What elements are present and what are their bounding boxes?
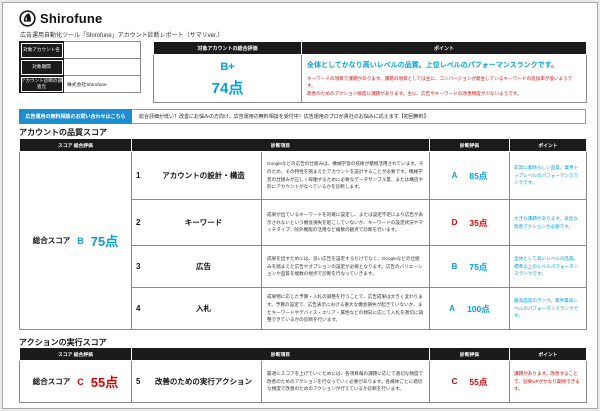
action-summary-grade: C	[77, 377, 84, 387]
item-description: 成果を出すためには、良い広告を設定するだけでなく、Googleなどの仕組みを踏ま…	[267, 255, 424, 278]
item-eval-cell: A 85点	[430, 152, 510, 200]
item-point-cell: 全体として高いレベルの品質。標準以上のレベルパフォーマンスランクです。	[510, 246, 587, 288]
col-header-score: スコア 総合評価	[20, 139, 132, 152]
shirofune-logo-icon	[19, 10, 36, 27]
item-description-cell: 成果物に応じた予算・入札の調整を行うことで、広告成果は大きく変わります。予算の設…	[262, 288, 430, 330]
item-name: 入札	[150, 303, 257, 314]
item-point: 最高品質のランク。業界最高レベルのパフォーマンスランクです。	[514, 297, 582, 320]
action-summary-label: 総合スコア	[33, 376, 71, 387]
item-score: 75点	[469, 261, 487, 273]
item-eval-cell: A 100点	[430, 288, 510, 330]
item-score: 85点	[469, 170, 487, 182]
col-header-grade: 診断評価	[430, 139, 510, 152]
item-description-cell: Googleなどの広告の仕組みは、機械学習の技術が積極活用されています。そのため…	[262, 152, 430, 200]
item-grade: A	[452, 171, 458, 180]
diagnosis-source-label: アカウント診断の調査元	[20, 76, 64, 93]
quality-summary-cell: 総合スコア B 75点	[20, 152, 132, 330]
table-row: 対象期間	[20, 59, 141, 76]
item-description: 成果が出ているキーワードを的確に設定し、または設定不足により広告が表示されないと…	[267, 211, 424, 234]
overall-grade-cell: B+ 74点	[154, 55, 302, 103]
logo-text: Shirofune	[40, 11, 102, 26]
item-name: 改善のための実行アクション	[150, 376, 257, 387]
overall-eval-header: 対象アカウントの総合評価	[154, 42, 302, 55]
period-label: 対象期間	[20, 59, 64, 76]
item-description: 成果物に応じた予算・入札の調整を行うことで、広告成果は大きく変わります。予算の設…	[267, 293, 424, 323]
overall-grade: B+	[154, 59, 301, 77]
col-header-score: スコア 総合評価	[20, 348, 132, 361]
item-description-cell: 最適にスコアを上げていくためには、各項目毎の課題に応じて適切な頻度で改善のための…	[262, 361, 430, 403]
item-point: 非常に素晴らしい品質。業界トップレベルのパフォーマンスランクです。	[514, 164, 582, 187]
item-eval-cell: D 35点	[430, 200, 510, 246]
consultation-banner: 広告運用の無料相談のお問い合わせはこちら 総合評価が低い？改善にお悩みの方向け、…	[19, 109, 586, 124]
quality-score-table: スコア 総合評価 診断項目 診断評価 ポイント 総合スコア B 75点 1 アカ…	[19, 138, 587, 330]
item-grade: A	[449, 304, 455, 313]
period-value	[64, 59, 141, 76]
item-number: 1	[136, 171, 150, 180]
item-description: 最適にスコアを上げていくためには、各項目毎の課題に応じて適切な頻度で改善のための…	[267, 370, 424, 393]
action-summary-score: 55点	[91, 372, 118, 391]
item-cell: 1 アカウントの設計・構造	[132, 152, 262, 200]
table-row: 総合スコア C 55点 5 改善のための実行アクション 最適にスコアを上げていく…	[20, 361, 587, 403]
quality-summary-grade: B	[77, 236, 84, 246]
item-number: 4	[136, 304, 150, 313]
item-point-cell: 課題があります。改善することで、効果UPがかなり期待できます。	[510, 361, 587, 403]
item-score: 100点	[467, 303, 490, 315]
report-page: Shirofune 広告運用自動化ツール「Shirofune」アカウント診断レポ…	[2, 2, 598, 409]
overall-note-1: キーワードの項目で課題があります。課題の項目としては主に、コンバージョンが発生し…	[307, 75, 581, 90]
overall-headline: 全体としてかなり高いレベルの品質。上位レベルのパフォーマンスランクです。	[307, 60, 581, 70]
item-point-cell: 非常に素晴らしい品質。業界トップレベルのパフォーマンスランクです。	[510, 152, 587, 200]
overall-points-cell: 全体としてかなり高いレベルの品質。上位レベルのパフォーマンスランクです。 キーワ…	[302, 55, 587, 103]
item-number: 5	[136, 377, 150, 386]
action-summary-cell: 総合スコア C 55点	[20, 361, 132, 403]
item-grade: B	[452, 262, 458, 271]
item-cell: 5 改善のための実行アクション	[132, 361, 262, 403]
table-row: アカウント診断の調査元 株式会社Shirofune	[20, 76, 141, 93]
col-header-item: 診断項目	[132, 348, 430, 361]
item-cell: 4 入札	[132, 288, 262, 330]
item-description: Googleなどの広告の仕組みは、機械学習の技術が積極活用されています。そのため…	[267, 160, 424, 190]
item-cell: 2 キーワード	[132, 200, 262, 246]
account-info-table: 対象アカウント名 対象期間 アカウント診断の調査元 株式会社Shirofune	[19, 41, 141, 93]
diagnosis-source-value: 株式会社Shirofune	[64, 76, 141, 93]
item-point-cell: 大きな課題があります。早急な改善アクションが必要です。	[510, 200, 587, 246]
quality-summary-score: 75点	[91, 231, 118, 250]
item-name: アカウントの設計・構造	[150, 170, 257, 181]
item-point: 大きな課題があります。早急な改善アクションが必要です。	[514, 215, 582, 231]
overall-score: 74点	[154, 77, 301, 98]
item-description-cell: 成果を出すためには、良い広告を設定するだけでなく、Googleなどの仕組みを踏ま…	[262, 246, 430, 288]
item-score: 55点	[469, 376, 487, 388]
item-number: 2	[136, 218, 150, 227]
quality-section-title: アカウントの品質スコア	[19, 127, 107, 138]
account-name-label: 対象アカウント名	[20, 42, 64, 59]
item-description-cell: 成果が出ているキーワードを的確に設定し、または設定不足により広告が表示されないと…	[262, 200, 430, 246]
quality-summary-label: 総合スコア	[33, 235, 71, 246]
col-header-point: ポイント	[510, 348, 587, 361]
overall-points-header: ポイント	[302, 42, 587, 55]
item-point: 全体として高いレベルの品質。標準以上のレベルパフォーマンスランクです。	[514, 255, 582, 278]
overall-note-2: 改善のためのアクション頻度に課題があります。主に、広告やキーワードの改善頻度が少…	[307, 90, 581, 97]
col-header-item: 診断項目	[132, 139, 430, 152]
table-row: 総合スコア B 75点 1 アカウントの設計・構造 Googleなどの広告の仕組…	[20, 152, 587, 200]
item-name: 広告	[150, 261, 257, 272]
consultation-banner-text: 総合評価が低い？改善にお悩みの方向け、広告運用の無料相談を受付中！広告運用のプロ…	[132, 109, 586, 124]
item-eval-cell: C 55点	[430, 361, 510, 403]
action-score-table: スコア 総合評価 診断項目 診断評価 ポイント 総合スコア C 55点 5 改善…	[19, 347, 587, 403]
overall-evaluation-table: 対象アカウントの総合評価 ポイント B+ 74点 全体としてかなり高いレベルの品…	[153, 41, 587, 103]
col-header-grade: 診断評価	[430, 348, 510, 361]
item-grade: C	[452, 377, 458, 386]
item-number: 3	[136, 262, 150, 271]
free-consultation-button[interactable]: 広告運用の無料相談のお問い合わせはこちら	[19, 109, 132, 124]
shirofune-logo: Shirofune	[19, 10, 102, 27]
item-score: 35点	[469, 217, 487, 229]
table-row: 対象アカウント名	[20, 42, 141, 59]
item-eval-cell: B 75点	[430, 246, 510, 288]
item-point-cell: 最高品質のランク。業界最高レベルのパフォーマンスランクです。	[510, 288, 587, 330]
report-subtitle: 広告運用自動化ツール「Shirofune」アカウント診断レポート（サマリver.…	[20, 30, 223, 39]
item-name: キーワード	[150, 217, 257, 228]
col-header-point: ポイント	[510, 139, 587, 152]
item-grade: D	[452, 218, 458, 227]
account-name-value	[64, 42, 141, 59]
item-cell: 3 広告	[132, 246, 262, 288]
item-point: 課題があります。改善することで、効果UPがかなり期待できます。	[514, 370, 582, 393]
